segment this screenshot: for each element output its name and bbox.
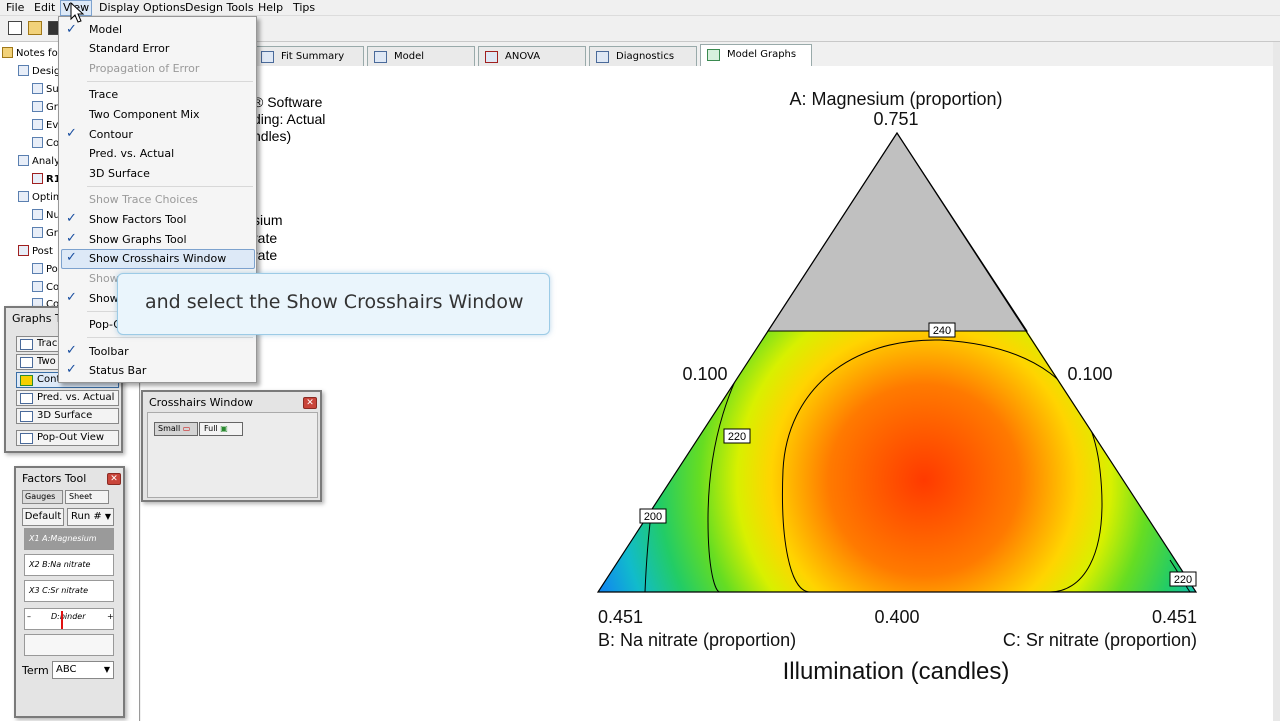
- menu-item-show-trace-choices: Show Trace Choices: [89, 193, 198, 206]
- vertex-b-label: B: Na nitrate (proportion): [598, 630, 796, 650]
- menu-item-show-hidden: Show: [89, 272, 119, 285]
- vertex-c-label: C: Sr nitrate (proportion): [1003, 630, 1197, 650]
- mix-icon: [20, 357, 33, 368]
- menu-item-status-bar[interactable]: Status Bar: [89, 364, 146, 377]
- menu-item-propagation-of-error: Propagation of Error: [89, 62, 200, 75]
- term-select[interactable]: ABC ▼: [52, 661, 114, 679]
- d-binder-slider[interactable]: – D:binder +: [24, 608, 114, 630]
- menu-item-show-factors-tool[interactable]: Show Factors Tool: [89, 213, 186, 226]
- tutorial-callout: and select the Show Crosshairs Window: [117, 273, 550, 335]
- crosshairs-title: Crosshairs Window: [149, 396, 254, 409]
- check-icon: ✓: [66, 22, 77, 37]
- menu-item-pred-vs-actual[interactable]: Pred. vs. Actual: [89, 147, 174, 160]
- factor-c-sr-nitrate[interactable]: X3 C:Sr nitrate: [24, 580, 114, 602]
- pop-out-icon: [20, 433, 33, 444]
- term-label: Term: [22, 664, 49, 677]
- run-select[interactable]: Run # ▼: [67, 508, 114, 526]
- left-side-value: 0.100: [682, 364, 727, 384]
- menu-item-show-graphs-tool[interactable]: Show Graphs Tool: [89, 233, 187, 246]
- pred-vs-actual-button[interactable]: Pred. vs. Actual: [16, 390, 119, 406]
- factor-a-magnesium[interactable]: X1 A:Magnesium: [24, 528, 114, 550]
- scatter-icon: [20, 393, 33, 404]
- callout-text: and select the Show Crosshairs Window: [145, 291, 524, 313]
- check-icon: ✓: [66, 211, 77, 226]
- menu-item-standard-error[interactable]: Standard Error: [89, 42, 169, 55]
- check-icon: ✓: [66, 362, 77, 377]
- pop-out-view-button[interactable]: Pop-Out View: [16, 430, 119, 446]
- menu-item-model[interactable]: Model: [89, 23, 122, 36]
- trace-icon: [20, 339, 33, 350]
- check-icon: ✓: [66, 231, 77, 246]
- slider-label: D:binder: [51, 612, 86, 621]
- small-view-button[interactable]: Small ▭: [154, 422, 198, 436]
- crosshairs-window: Crosshairs Window ✕ Small ▭ Full ▣: [141, 390, 322, 502]
- infeasible-region: [767, 132, 1028, 332]
- close-icon[interactable]: ✕: [107, 473, 121, 485]
- slider-minus: –: [27, 612, 31, 621]
- menu-separator: [87, 186, 253, 187]
- menu-item-toolbar[interactable]: Toolbar: [89, 345, 129, 358]
- default-button[interactable]: Default: [22, 508, 64, 526]
- menu-item-show-crosshairs-window[interactable]: Show Crosshairs Window: [89, 252, 226, 265]
- slider-plus: +: [107, 612, 114, 621]
- menu-separator: [87, 81, 253, 82]
- check-icon: ✓: [66, 290, 77, 305]
- menu-item-show[interactable]: Show: [89, 292, 119, 305]
- check-icon: ✓: [66, 250, 77, 265]
- check-icon: ✓: [66, 343, 77, 358]
- contour-icon: [20, 375, 33, 386]
- slider-handle[interactable]: [61, 611, 63, 629]
- contour-label: 240: [933, 325, 951, 337]
- vertex-b-value: 0.451: [598, 607, 643, 627]
- factor-value-box: [24, 634, 114, 656]
- factors-tool-title: Factors Tool: [22, 472, 87, 485]
- contour-label: 220: [728, 431, 746, 443]
- mouse-cursor-icon: [70, 2, 85, 23]
- vertex-c-value: 0.451: [1152, 607, 1197, 627]
- menu-item-two-component-mix[interactable]: Two Component Mix: [89, 108, 200, 121]
- vertex-a-value: 0.751: [873, 109, 918, 129]
- chevron-down-icon: ▼: [103, 665, 110, 674]
- menu-item-trace[interactable]: Trace: [89, 88, 118, 101]
- bottom-center-value: 0.400: [874, 607, 919, 627]
- chevron-down-icon: ▼: [104, 512, 112, 521]
- 3d-surface-button[interactable]: 3D Surface: [16, 408, 119, 424]
- close-icon[interactable]: ✕: [303, 397, 317, 409]
- right-side-value: 0.100: [1067, 364, 1112, 384]
- contour-label: 220: [1174, 574, 1192, 586]
- tab-gauges[interactable]: Gauges: [22, 490, 63, 504]
- menu-item-contour[interactable]: Contour: [89, 128, 133, 141]
- response-title: Illumination (candles): [783, 658, 1010, 685]
- menu-item-3d-surface[interactable]: 3D Surface: [89, 167, 150, 180]
- full-view-button[interactable]: Full ▣: [199, 422, 243, 436]
- factors-tool-panel: Factors Tool ✕ Gauges Sheet Default Run …: [14, 466, 125, 718]
- contour-label: 200: [644, 511, 662, 523]
- factor-b-na-nitrate[interactable]: X2 B:Na nitrate: [24, 554, 114, 576]
- crosshairs-content: Small ▭ Full ▣: [147, 412, 318, 498]
- surface-icon: [20, 411, 33, 422]
- vertex-a-label: A: Magnesium (proportion): [789, 89, 1002, 109]
- tab-sheet[interactable]: Sheet: [65, 490, 109, 504]
- small-view-icon: ▭: [182, 424, 191, 433]
- menu-separator: [87, 337, 253, 338]
- full-view-icon: ▣: [220, 424, 228, 433]
- check-icon: ✓: [66, 126, 77, 141]
